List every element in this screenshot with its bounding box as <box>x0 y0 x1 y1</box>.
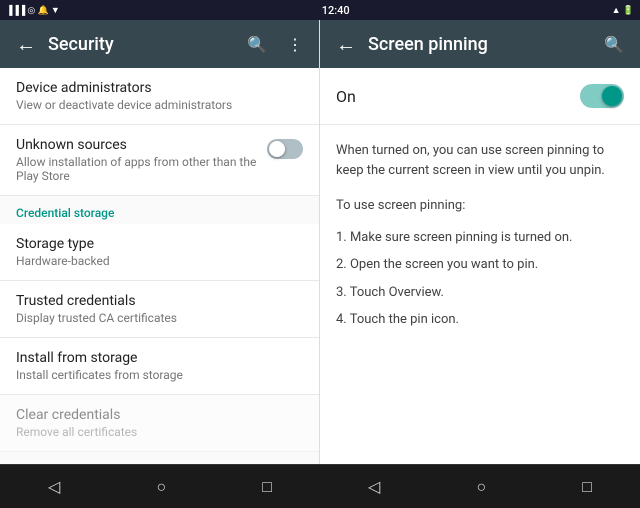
screen-pinning-content: On When turned on, you can use screen pi… <box>320 68 640 464</box>
install-storage-subtitle: Install certificates from storage <box>16 368 303 382</box>
left-nav-bar: ◁ ○ □ <box>0 464 320 508</box>
left-toolbar: ← Security 🔍 ⋮ <box>0 20 319 68</box>
left-toolbar-actions: 🔍 ⋮ <box>239 27 311 62</box>
pin-on-label: On <box>336 87 356 106</box>
clear-credentials-title: Clear credentials <box>16 407 303 423</box>
right-back-nav[interactable]: ◁ <box>348 469 400 504</box>
storage-type-title: Storage type <box>16 236 303 252</box>
left-title: Security <box>48 34 239 55</box>
settings-item-unknown-sources[interactable]: Unknown sources Allow installation of ap… <box>0 125 319 196</box>
left-back-nav[interactable]: ◁ <box>28 469 80 504</box>
status-bar-right: ▲ 🔋 <box>612 5 634 16</box>
pin-description-block: When turned on, you can use screen pinni… <box>320 125 640 354</box>
status-bar: ▐▐▐ ◎ 🔔 ▼ 12:40 ▲ 🔋 <box>0 0 640 20</box>
left-more-button[interactable]: ⋮ <box>279 27 311 62</box>
pin-toggle-thumb <box>602 86 622 106</box>
nav-bar-container: ◁ ○ □ ◁ ○ □ <box>0 464 640 508</box>
left-back-button[interactable]: ← <box>8 24 44 65</box>
pin-toggle-switch[interactable] <box>580 84 624 108</box>
unknown-sources-title: Unknown sources <box>16 137 259 153</box>
settings-item-clear-credentials: Clear credentials Remove all certificate… <box>0 395 319 452</box>
pin-step-1: 1. Make sure screen pinning is turned on… <box>336 228 624 248</box>
device-admins-title: Device administrators <box>16 80 303 96</box>
unknown-sources-thumb <box>269 141 285 157</box>
install-storage-title: Install from storage <box>16 350 303 366</box>
settings-item-storage-type[interactable]: Storage type Hardware-backed <box>0 224 319 281</box>
pin-steps-title: To use screen pinning: <box>336 196 624 216</box>
right-recent-nav[interactable]: □ <box>562 469 612 505</box>
left-search-button[interactable]: 🔍 <box>239 27 275 62</box>
right-panel: ← Screen pinning 🔍 On When turned on, yo… <box>320 20 640 464</box>
clear-credentials-subtitle: Remove all certificates <box>16 425 303 439</box>
right-back-button[interactable]: ← <box>328 24 364 65</box>
right-home-nav[interactable]: ○ <box>456 469 506 505</box>
trusted-credentials-subtitle: Display trusted CA certificates <box>16 311 303 325</box>
left-panel: ← Security 🔍 ⋮ Device administrators Vie… <box>0 20 320 464</box>
device-admins-subtitle: View or deactivate device administrators <box>16 98 303 112</box>
pin-step-2: 2. Open the screen you want to pin. <box>336 255 624 275</box>
pin-step-3: 3. Touch Overview. <box>336 283 624 303</box>
right-search-button[interactable]: 🔍 <box>596 27 632 62</box>
wifi-status-icon: ▲ 🔋 <box>612 5 634 16</box>
unknown-sources-content: Unknown sources Allow installation of ap… <box>16 137 267 183</box>
right-nav-bar: ◁ ○ □ <box>320 464 640 508</box>
credential-storage-header: Credential storage <box>0 196 319 224</box>
signal-icons: ▐▐▐ ◎ 🔔 ▼ <box>6 5 60 16</box>
pin-description-text: When turned on, you can use screen pinni… <box>336 141 624 180</box>
settings-item-install-storage[interactable]: Install from storage Install certificate… <box>0 338 319 395</box>
unknown-sources-subtitle: Allow installation of apps from other th… <box>16 155 259 183</box>
pin-toggle-row: On <box>320 68 640 125</box>
left-home-nav[interactable]: ○ <box>136 469 186 505</box>
settings-item-trusted-credentials[interactable]: Trusted credentials Display trusted CA c… <box>0 281 319 338</box>
right-toolbar: ← Screen pinning 🔍 <box>320 20 640 68</box>
pin-step-4: 4. Touch the pin icon. <box>336 310 624 330</box>
settings-item-device-admins[interactable]: Device administrators View or deactivate… <box>0 68 319 125</box>
trusted-credentials-title: Trusted credentials <box>16 293 303 309</box>
unknown-sources-toggle[interactable] <box>267 139 303 159</box>
right-title: Screen pinning <box>368 34 596 55</box>
settings-scroll: Device administrators View or deactivate… <box>0 68 319 464</box>
status-time: 12:40 <box>322 4 350 17</box>
storage-type-subtitle: Hardware-backed <box>16 254 303 268</box>
left-recent-nav[interactable]: □ <box>242 469 292 505</box>
status-bar-left: ▐▐▐ ◎ 🔔 ▼ <box>6 5 60 16</box>
advanced-header: Advanced <box>0 452 319 464</box>
unknown-sources-track <box>267 139 303 159</box>
